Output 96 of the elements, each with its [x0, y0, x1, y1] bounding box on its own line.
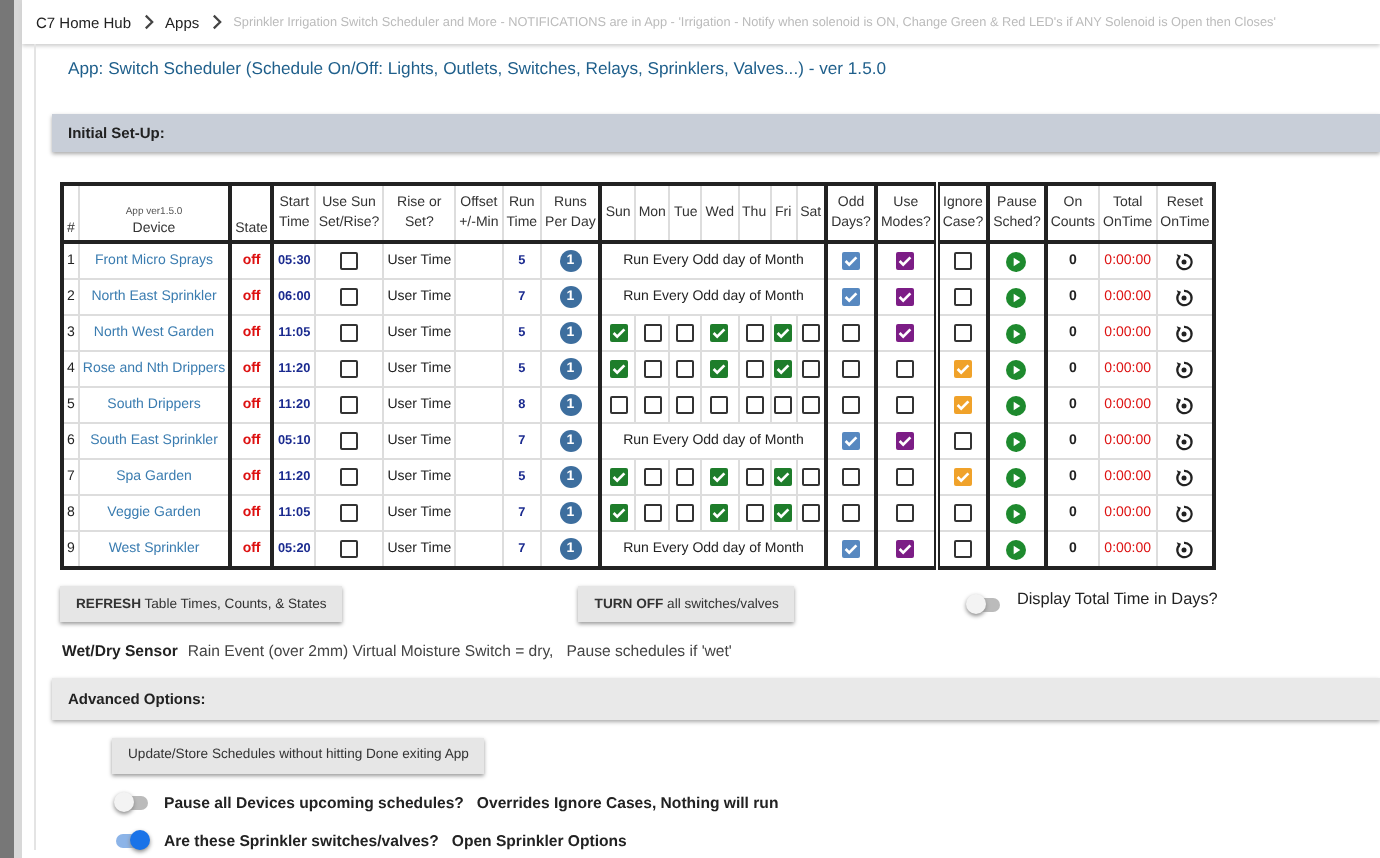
checkbox[interactable]: [953, 252, 972, 270]
checkbox[interactable]: [340, 324, 358, 342]
checkbox[interactable]: [745, 324, 764, 342]
checkbox[interactable]: [842, 252, 861, 270]
checkbox[interactable]: [643, 396, 662, 414]
checkbox[interactable]: [676, 324, 695, 342]
app-title: App: Switch Scheduler (Schedule On/Off: Lights, Outlets, Switches, Relays, Sprinklers, Valves...) - ver 1.5.0: [66, 56, 889, 82]
checkbox[interactable]: [896, 540, 915, 558]
checkbox[interactable]: [710, 468, 729, 486]
checkbox[interactable]: [842, 324, 861, 342]
checkbox[interactable]: [896, 504, 915, 522]
checkbox[interactable]: [609, 396, 628, 414]
reset-icon[interactable]: [1174, 431, 1195, 451]
checkbox[interactable]: [842, 432, 861, 450]
checkbox[interactable]: [842, 288, 861, 306]
reset-icon[interactable]: [1174, 503, 1195, 523]
play-icon[interactable]: [1006, 323, 1027, 343]
checkbox[interactable]: [896, 288, 915, 306]
checkbox[interactable]: [643, 324, 662, 342]
checkbox[interactable]: [774, 504, 793, 522]
checkbox[interactable]: [340, 540, 358, 558]
checkbox[interactable]: [745, 504, 764, 522]
checkbox[interactable]: [710, 396, 729, 414]
checkbox[interactable]: [953, 468, 972, 486]
checkbox[interactable]: [774, 324, 793, 342]
checkbox[interactable]: [745, 360, 764, 378]
play-icon[interactable]: [1006, 467, 1027, 487]
reset-icon[interactable]: [1174, 287, 1195, 307]
checkbox[interactable]: [774, 468, 793, 486]
checkbox[interactable]: [896, 324, 915, 342]
play-icon[interactable]: [1006, 431, 1027, 451]
checkbox[interactable]: [896, 468, 915, 486]
checkbox[interactable]: [953, 540, 972, 558]
checkbox[interactable]: [676, 396, 695, 414]
reset-icon[interactable]: [1174, 251, 1195, 271]
checkbox[interactable]: [609, 504, 628, 522]
checkbox[interactable]: [340, 468, 358, 486]
checkbox[interactable]: [774, 396, 793, 414]
checkbox[interactable]: [953, 504, 972, 522]
reset-icon[interactable]: [1174, 323, 1195, 343]
chevron-icon: [211, 14, 222, 30]
checkbox[interactable]: [340, 396, 358, 414]
checkbox[interactable]: [643, 504, 662, 522]
checkbox[interactable]: [953, 396, 972, 414]
checkbox[interactable]: [745, 468, 764, 486]
play-icon[interactable]: [1006, 287, 1027, 307]
toggle-label: Display Total Time in Days?: [1016, 589, 1218, 607]
checkbox[interactable]: [801, 396, 820, 414]
checkbox[interactable]: [801, 324, 820, 342]
checkbox[interactable]: [801, 360, 820, 378]
checkbox[interactable]: [842, 468, 861, 486]
checkbox[interactable]: [340, 360, 358, 378]
checkbox[interactable]: [710, 360, 729, 378]
checkbox[interactable]: [643, 360, 662, 378]
checkbox[interactable]: [710, 504, 729, 522]
checkbox[interactable]: [953, 324, 972, 342]
checkbox[interactable]: [953, 360, 972, 378]
play-icon[interactable]: [1006, 251, 1027, 271]
checkbox[interactable]: [896, 252, 915, 270]
checkbox[interactable]: [842, 360, 861, 378]
toggle-switch[interactable]: [968, 597, 1001, 611]
checkbox[interactable]: [953, 432, 972, 450]
checkbox[interactable]: [842, 396, 861, 414]
checkbox[interactable]: [774, 360, 793, 378]
play-icon[interactable]: [1006, 539, 1027, 559]
checkbox[interactable]: [340, 252, 358, 270]
reset-icon[interactable]: [1174, 395, 1195, 415]
checkbox[interactable]: [896, 432, 915, 450]
checkbox[interactable]: [896, 396, 915, 414]
reset-icon[interactable]: [1174, 467, 1195, 487]
checkbox[interactable]: [609, 324, 628, 342]
checkbox[interactable]: [676, 468, 695, 486]
chevron-icon: [143, 14, 154, 30]
reset-icon[interactable]: [1174, 359, 1195, 379]
checkbox[interactable]: [745, 396, 764, 414]
checkbox[interactable]: [801, 504, 820, 522]
checkbox[interactable]: [842, 540, 861, 558]
checkbox[interactable]: [609, 468, 628, 486]
checkbox[interactable]: [676, 504, 695, 522]
play-icon[interactable]: [1006, 359, 1027, 379]
checkbox[interactable]: [842, 504, 861, 522]
checkbox[interactable]: [710, 324, 729, 342]
play-icon[interactable]: [1006, 395, 1027, 415]
toggle-switch[interactable]: [116, 795, 148, 809]
reset-icon[interactable]: [1174, 539, 1195, 559]
toggle-switch[interactable]: [116, 833, 148, 847]
checkbox[interactable]: [643, 468, 662, 486]
checkbox[interactable]: [340, 432, 358, 450]
checkbox[interactable]: [896, 360, 915, 378]
checkbox[interactable]: [340, 504, 358, 522]
play-icon[interactable]: [1006, 503, 1027, 523]
checkbox[interactable]: [676, 360, 695, 378]
checkbox[interactable]: [801, 468, 820, 486]
checkbox[interactable]: [340, 288, 358, 306]
checkbox[interactable]: [953, 288, 972, 306]
checkbox[interactable]: [609, 360, 628, 378]
